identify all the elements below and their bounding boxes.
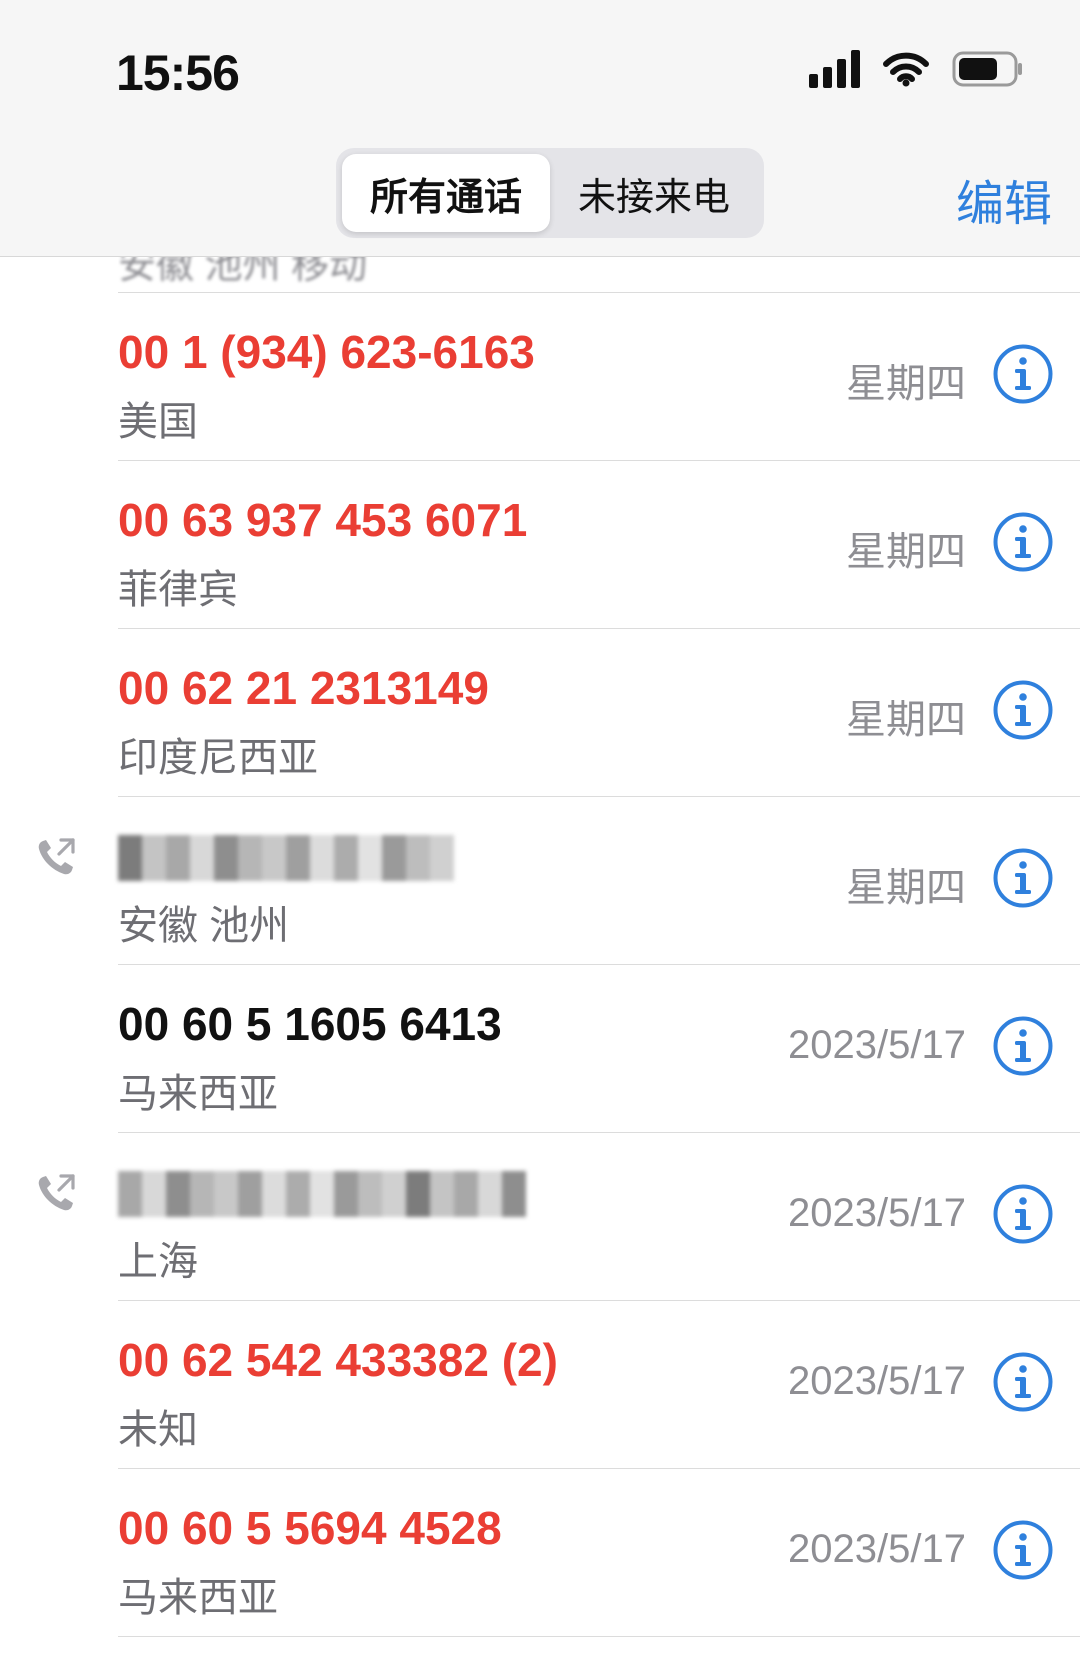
tab-missed-calls[interactable]: 未接来电 bbox=[550, 154, 758, 232]
redacted-number bbox=[118, 1171, 526, 1221]
call-date: 星期四 bbox=[846, 866, 966, 910]
call-location: 马来西亚 bbox=[118, 1072, 278, 1116]
redacted-number bbox=[118, 835, 454, 885]
tab-all-calls[interactable]: 所有通话 bbox=[342, 154, 550, 232]
call-location: 美国 bbox=[118, 400, 198, 444]
header: 15:56 所有通话 未接来电 编辑 bbox=[0, 0, 1080, 257]
call-row[interactable]: 00 62 542 433382 (2) 未知 2023/5/17 bbox=[0, 1301, 1080, 1469]
call-row[interactable]: 安徽 池州 星期四 bbox=[0, 797, 1080, 965]
call-row[interactable]: 00 1 (934) 623-6163 美国 星期四 bbox=[0, 293, 1080, 461]
cellular-signal-icon bbox=[809, 50, 860, 88]
call-filter-segmented-control[interactable]: 所有通话 未接来电 bbox=[336, 148, 764, 238]
call-date: 2023/5/17 bbox=[788, 1527, 966, 1571]
info-icon[interactable] bbox=[992, 679, 1054, 741]
info-icon[interactable] bbox=[992, 343, 1054, 405]
call-location: 印度尼西亚 bbox=[118, 736, 318, 780]
call-location: 未知 bbox=[118, 1408, 198, 1452]
call-row[interactable]: 00 62 21 2313149 印度尼西亚 星期四 bbox=[0, 629, 1080, 797]
info-icon[interactable] bbox=[992, 511, 1054, 573]
partially-hidden-row: 安徽 池州 移动 bbox=[118, 256, 1080, 293]
call-list: 安徽 池州 移动 00 1 (934) 623-6163 美国 星期四 00 63 … bbox=[0, 256, 1080, 1637]
battery-icon bbox=[952, 51, 1022, 87]
info-icon[interactable] bbox=[992, 1183, 1054, 1245]
call-number: 00 60 5 5694 4528 bbox=[118, 1502, 502, 1554]
call-date: 星期四 bbox=[846, 530, 966, 574]
call-location: 上海 bbox=[118, 1240, 198, 1284]
call-date: 2023/5/17 bbox=[788, 1191, 966, 1235]
call-location: 马来西亚 bbox=[118, 1576, 278, 1620]
outgoing-call-icon bbox=[34, 835, 78, 879]
call-location: 安徽 池州 bbox=[118, 904, 290, 948]
info-icon[interactable] bbox=[992, 1351, 1054, 1413]
call-number: 00 62 542 433382 (2) bbox=[118, 1334, 558, 1386]
call-number: 00 60 5 1605 6413 bbox=[118, 998, 502, 1050]
call-row[interactable]: 上海 2023/5/17 bbox=[0, 1133, 1080, 1301]
edit-button[interactable]: 编辑 bbox=[956, 164, 1052, 234]
info-icon[interactable] bbox=[992, 1519, 1054, 1581]
call-location: 菲律宾 bbox=[118, 568, 238, 612]
call-date: 2023/5/17 bbox=[788, 1359, 966, 1403]
call-date: 2023/5/17 bbox=[788, 1023, 966, 1067]
call-date: 星期四 bbox=[846, 362, 966, 406]
call-row[interactable]: 00 60 5 1605 6413 马来西亚 2023/5/17 bbox=[0, 965, 1080, 1133]
info-icon[interactable] bbox=[992, 847, 1054, 909]
partially-hidden-location: 安徽 池州 移动 bbox=[118, 256, 368, 287]
call-row[interactable]: 00 60 5 5694 4528 马来西亚 2023/5/17 bbox=[0, 1469, 1080, 1637]
call-row[interactable]: 00 63 937 453 6071 菲律宾 星期四 bbox=[0, 461, 1080, 629]
status-icons bbox=[809, 50, 1024, 88]
call-number: 00 63 937 453 6071 bbox=[118, 494, 528, 546]
wifi-icon bbox=[883, 52, 929, 87]
recents-screen: 15:56 所有通话 未接来电 编辑 安徽 池州 移动 00 1 (934) 6… bbox=[0, 0, 1080, 1665]
row-divider bbox=[118, 1636, 1080, 1637]
call-date: 星期四 bbox=[846, 698, 966, 742]
status-time: 15:56 bbox=[116, 45, 240, 101]
outgoing-call-icon bbox=[34, 1171, 78, 1215]
info-icon[interactable] bbox=[992, 1015, 1054, 1077]
call-number: 00 1 (934) 623-6163 bbox=[118, 326, 535, 378]
call-number: 00 62 21 2313149 bbox=[118, 662, 489, 714]
